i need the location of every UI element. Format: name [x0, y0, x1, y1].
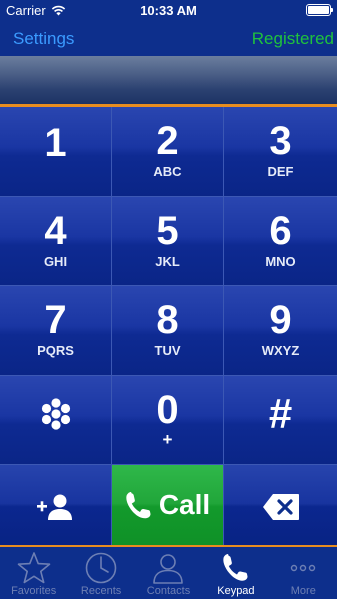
key-4[interactable]: 4 GHI	[0, 196, 112, 286]
action-row: Call	[0, 465, 337, 545]
tab-contacts[interactable]: Contacts	[135, 547, 202, 599]
tab-label: Recents	[80, 585, 122, 597]
carrier-label: Carrier	[6, 3, 46, 18]
key-digit: 1	[44, 121, 67, 165]
key-letters: ABC	[153, 164, 182, 179]
key-digit: 4	[44, 208, 67, 253]
tab-bar: Favorites Recents Contacts Keypad More	[0, 547, 337, 599]
tab-label: Keypad	[217, 585, 255, 597]
key-9[interactable]: 9 WXYZ	[224, 286, 337, 376]
key-1[interactable]: 1	[0, 107, 112, 197]
key-8[interactable]: 8 TUV	[112, 286, 224, 376]
battery-fill	[308, 6, 329, 14]
status-bar: Carrier 10:33 AM	[0, 0, 337, 22]
key-letters: DEF	[267, 164, 294, 179]
number-display	[0, 56, 337, 104]
backspace-icon	[263, 494, 299, 520]
registration-status: Registered	[251, 29, 334, 48]
asterisk-flower-icon	[41, 397, 71, 430]
settings-button[interactable]: Settings	[13, 29, 74, 49]
key-letters: MNO	[265, 253, 296, 269]
key-digit: #	[268, 389, 293, 437]
key-letters: +	[162, 429, 173, 449]
key-6[interactable]: 6 MNO	[224, 196, 337, 286]
key-2[interactable]: 2 ABC	[112, 107, 224, 197]
tab-label: More	[290, 585, 316, 597]
tab-keypad[interactable]: Keypad	[202, 547, 269, 599]
battery-indicator	[306, 4, 333, 16]
more-dots-icon	[291, 564, 316, 572]
person-icon	[153, 554, 184, 584]
add-contact-icon	[37, 494, 72, 520]
carrier-info: Carrier	[6, 3, 66, 18]
key-digit: 2	[156, 119, 179, 163]
battery-icon	[306, 4, 333, 16]
backspace-button[interactable]	[224, 465, 337, 545]
clock-icon	[85, 552, 117, 584]
key-digit: 0	[156, 387, 179, 432]
key-digit: 6	[269, 208, 292, 253]
key-0[interactable]: 0 +	[112, 375, 224, 465]
key-letters: WXYZ	[261, 343, 300, 358]
wifi-icon	[51, 5, 65, 16]
phone-icon	[126, 492, 151, 519]
key-5[interactable]: 5 JKL	[112, 196, 224, 286]
add-contact-button[interactable]	[0, 465, 112, 545]
phone-icon	[223, 554, 248, 581]
header-bar: Settings Registered	[0, 22, 337, 56]
star-icon	[17, 552, 50, 584]
tab-more[interactable]: More	[270, 547, 337, 599]
tab-favorites[interactable]: Favorites	[0, 547, 67, 599]
key-hash[interactable]: #	[224, 375, 337, 465]
tab-label: Contacts	[146, 585, 191, 597]
key-letters: PQRS	[37, 343, 74, 358]
key-digit: 7	[44, 298, 67, 342]
key-3[interactable]: 3 DEF	[224, 107, 337, 197]
keypad: 1 2 ABC 3 DEF 4 GHI 5 JKL 6 MNO 7 PQRS 8…	[0, 107, 337, 465]
tab-recents[interactable]: Recents	[67, 547, 134, 599]
key-digit: 8	[156, 298, 179, 342]
key-digit: 5	[156, 208, 179, 253]
key-star[interactable]	[0, 375, 112, 465]
key-letters: TUV	[154, 343, 181, 358]
key-7[interactable]: 7 PQRS	[0, 286, 112, 376]
key-digit: 9	[269, 298, 292, 342]
tab-label: Favorites	[11, 585, 57, 597]
call-button[interactable]: Call	[112, 465, 224, 545]
call-label: Call	[158, 489, 211, 520]
key-letters: GHI	[43, 253, 68, 269]
key-digit: 3	[269, 119, 292, 163]
key-letters: JKL	[155, 253, 180, 269]
